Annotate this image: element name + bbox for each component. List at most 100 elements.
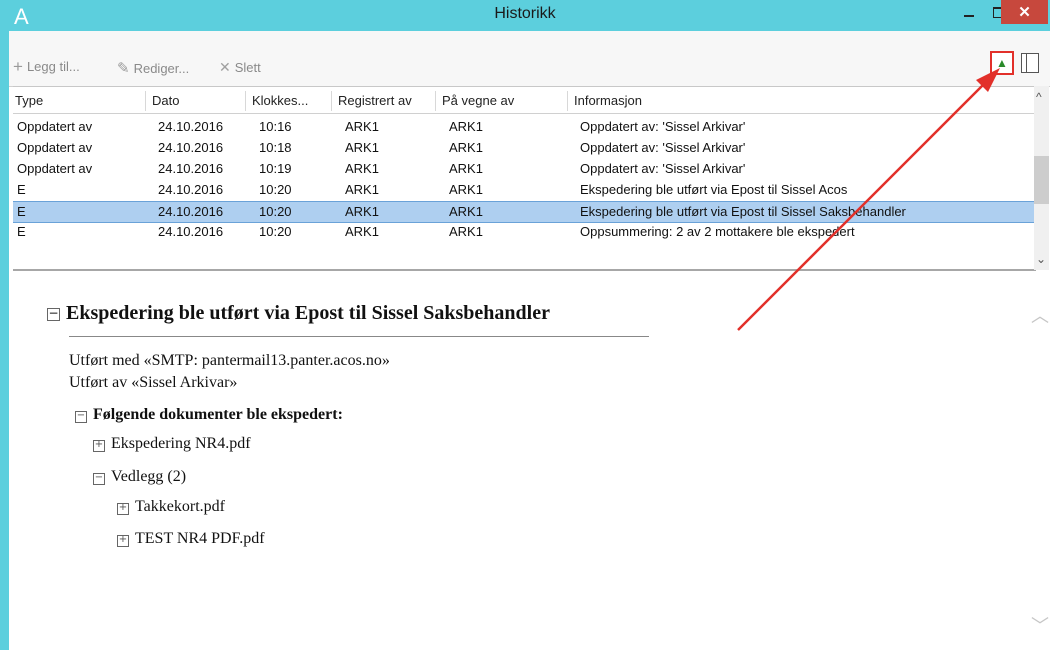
add-button[interactable]: + Legg til... (13, 56, 80, 76)
cell-on-behalf-of: ARK1 (449, 204, 483, 219)
heading-divider (69, 336, 649, 337)
edit-button[interactable]: ✎ Rediger... (117, 59, 189, 77)
cell-information: Oppdatert av: 'Sissel Arkivar' (580, 119, 746, 134)
attachment-item: + TEST NR4 PDF.pdf (117, 530, 265, 548)
document-name: Ekspedering NR4.pdf (111, 435, 251, 452)
cell-date: 24.10.2016 (158, 182, 224, 197)
cell-registered-by: ARK1 (345, 224, 379, 239)
toolbar-background: + Legg til... ✎ Rediger... ✕ Slett ▲ (9, 31, 1050, 87)
cell-time: 10:16 (259, 119, 292, 134)
scroll-down-icon[interactable]: ⌄ (1036, 252, 1046, 266)
column-header-information[interactable]: Informasjon (567, 91, 1017, 111)
cell-information: Oppsummering: 2 av 2 mottakere ble ekspe… (580, 224, 855, 239)
cell-time: 10:19 (259, 161, 292, 176)
scrollbar-thumb[interactable] (1034, 156, 1049, 204)
close-button[interactable]: ✕ (1001, 0, 1048, 24)
minimize-icon (964, 15, 974, 17)
edit-button-label: Rediger... (133, 60, 190, 76)
cell-on-behalf-of: ARK1 (449, 140, 483, 155)
documents-heading: Følgende dokumenter ble ekspedert: (93, 406, 343, 423)
cell-on-behalf-of: ARK1 (449, 182, 483, 197)
delete-button-label: Slett (234, 60, 261, 75)
attachment-name: Takkekort.pdf (135, 498, 225, 515)
table-row[interactable]: E 24.10.2016 10:20 ARK1 ARK1 Oppsummerin… (13, 222, 1036, 243)
toolbar: + Legg til... ✎ Rediger... ✕ Slett ▲ (9, 31, 1050, 87)
delete-button[interactable]: ✕ Slett (219, 59, 261, 76)
table-row[interactable]: E 24.10.2016 10:20 ARK1 ARK1 Ekspedering… (13, 180, 1036, 201)
table-row-selected[interactable]: E 24.10.2016 10:20 ARK1 ARK1 Ekspedering… (13, 201, 1036, 223)
cell-date: 24.10.2016 (158, 119, 224, 134)
scroll-up-icon[interactable]: ^ (1036, 90, 1042, 104)
attachment-item: + Takkekort.pdf (117, 498, 225, 516)
cell-date: 24.10.2016 (158, 161, 224, 176)
export-history-button[interactable]: ▲ (990, 51, 1014, 75)
window-title: Historikk (494, 5, 556, 22)
documents-section: − Følgende dokumenter ble ekspedert: (75, 406, 343, 424)
attachment-name: TEST NR4 PDF.pdf (135, 530, 265, 547)
expand-icon[interactable]: + (117, 535, 129, 547)
plus-icon: + (13, 56, 23, 76)
cell-date: 24.10.2016 (158, 204, 224, 219)
column-header-time[interactable]: Klokkes... (245, 91, 331, 111)
scroll-up-icon[interactable]: ︿ (1031, 302, 1049, 328)
toggle-details-pane-button[interactable] (1021, 53, 1039, 73)
minimize-button[interactable] (954, 0, 984, 24)
column-header-type[interactable]: Type (13, 91, 145, 111)
history-table: Type Dato Klokkes... Registrert av På ve… (13, 86, 1036, 271)
cell-type: Oppdatert av (17, 161, 93, 176)
cell-type: E (17, 204, 26, 219)
title-bar[interactable]: A Historikk ✕ (0, 0, 1050, 31)
collapse-icon[interactable]: − (75, 411, 87, 423)
performed-by-line: Utført av «Sissel Arkivar» (69, 374, 238, 391)
close-icon: ✕ (1018, 4, 1031, 21)
cell-information: Ekspedering ble utført via Epost til Sis… (580, 204, 906, 219)
smtp-line: Utført med «SMTP: pantermail13.panter.ac… (69, 352, 390, 369)
cell-date: 24.10.2016 (158, 224, 224, 239)
attachments-heading: Vedlegg (2) (111, 468, 187, 485)
table-scrollbar[interactable]: ^ ⌄ (1034, 86, 1049, 270)
pencil-icon: ✎ (117, 60, 130, 77)
column-header-on-behalf-of[interactable]: På vegne av (435, 91, 567, 111)
window: A Historikk ✕ + Legg til... ✎ Rediger...… (0, 0, 1050, 650)
cell-type: Oppdatert av (17, 119, 93, 134)
expand-icon[interactable]: + (93, 440, 105, 452)
cell-type: Oppdatert av (17, 140, 93, 155)
cell-registered-by: ARK1 (345, 161, 379, 176)
cell-on-behalf-of: ARK1 (449, 224, 483, 239)
add-button-label: Legg til... (26, 59, 80, 74)
cell-time: 10:18 (259, 140, 292, 155)
cell-time: 10:20 (259, 224, 292, 239)
details-heading: − Ekspedering ble utført via Epost til Si… (47, 302, 550, 325)
collapse-icon[interactable]: − (93, 473, 105, 485)
cell-time: 10:20 (259, 182, 292, 197)
details-pane: − Ekspedering ble utført via Epost til Si… (13, 272, 1049, 650)
details-heading-text: Ekspedering ble utført via Epost til Sis… (66, 302, 550, 324)
cell-date: 24.10.2016 (158, 140, 224, 155)
details-scrollbar[interactable]: ︿ ﹀ (1027, 282, 1049, 642)
attachments-section: − Vedlegg (2) (93, 468, 186, 486)
cell-information: Ekspedering ble utført via Epost til Sis… (580, 182, 848, 197)
expand-icon[interactable]: + (117, 503, 129, 515)
table-header: Type Dato Klokkes... Registrert av På ve… (13, 87, 1036, 114)
cell-registered-by: ARK1 (345, 204, 379, 219)
column-header-date[interactable]: Dato (145, 91, 245, 111)
cell-on-behalf-of: ARK1 (449, 161, 483, 176)
collapse-icon[interactable]: − (47, 307, 60, 321)
column-header-registered-by[interactable]: Registrert av (331, 91, 435, 111)
cell-registered-by: ARK1 (345, 140, 379, 155)
cell-information: Oppdatert av: 'Sissel Arkivar' (580, 140, 746, 155)
export-icon: ▲ (996, 56, 1008, 70)
cell-information: Oppdatert av: 'Sissel Arkivar' (580, 161, 746, 176)
scroll-down-icon[interactable]: ﹀ (1031, 612, 1049, 638)
delete-icon: ✕ (219, 59, 231, 75)
cell-type: E (17, 182, 26, 197)
table-row[interactable]: Oppdatert av 24.10.2016 10:19 ARK1 ARK1 … (13, 159, 1036, 180)
table-row[interactable]: Oppdatert av 24.10.2016 10:16 ARK1 ARK1 … (13, 117, 1036, 138)
cell-time: 10:20 (259, 204, 292, 219)
document-item: + Ekspedering NR4.pdf (93, 435, 251, 453)
table-row[interactable]: Oppdatert av 24.10.2016 10:18 ARK1 ARK1 … (13, 138, 1036, 159)
cell-type: E (17, 224, 26, 239)
cell-registered-by: ARK1 (345, 119, 379, 134)
cell-on-behalf-of: ARK1 (449, 119, 483, 134)
pane-layout-icon (1026, 54, 1027, 72)
